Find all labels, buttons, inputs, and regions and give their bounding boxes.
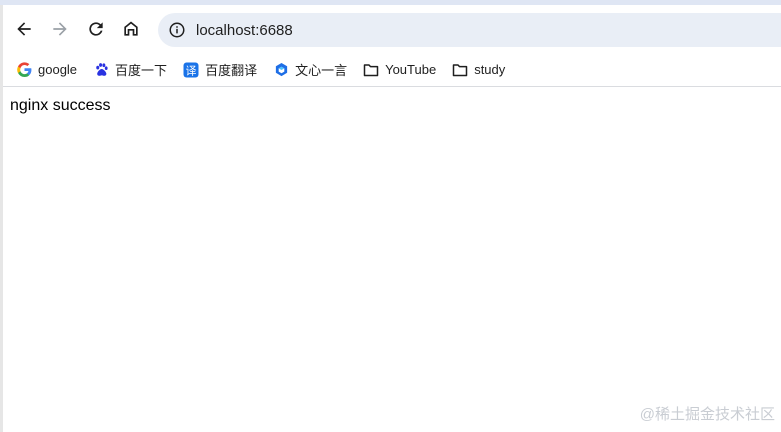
bookmarks-bar: google 百度一下 译 百度翻译 文心一言 YouTube study <box>0 53 781 87</box>
bookmark-label: study <box>474 62 506 77</box>
browser-toolbar: localhost:6688 <box>0 5 781 53</box>
bookmark-label: google <box>38 62 78 77</box>
bookmark-label: 百度翻译 <box>205 63 258 78</box>
arrow-right-icon <box>53 22 67 36</box>
svg-text:译: 译 <box>186 64 197 77</box>
site-info-button[interactable] <box>160 13 194 47</box>
baidu-translate-icon: 译 <box>183 62 199 78</box>
bookmark-baidu[interactable]: 百度一下 <box>85 56 175 84</box>
bookmark-baidu-translate[interactable]: 译 百度翻译 <box>175 56 265 84</box>
reload-icon <box>89 22 103 36</box>
folder-icon <box>363 62 379 78</box>
page-body-text: nginx success <box>10 97 111 114</box>
bookmark-wenxin[interactable]: 文心一言 <box>265 56 355 84</box>
bookmark-folder-youtube[interactable]: YouTube <box>355 56 444 84</box>
arrow-left-icon <box>17 22 31 36</box>
home-icon <box>124 21 138 36</box>
home-button[interactable] <box>118 16 144 42</box>
bookmark-label: 文心一言 <box>295 63 348 78</box>
watermark: @稀土掘金技术社区 <box>639 406 775 423</box>
address-text[interactable]: localhost:6688 <box>196 22 293 39</box>
bookmark-label: 百度一下 <box>115 63 168 78</box>
address-bar[interactable]: localhost:6688 <box>158 13 781 47</box>
wenxin-cube-icon <box>273 62 289 78</box>
info-circle-icon <box>169 22 185 38</box>
reload-button[interactable] <box>83 16 109 42</box>
folder-icon <box>452 62 468 78</box>
bookmark-label: YouTube <box>385 62 437 77</box>
baidu-paw-icon <box>93 62 109 78</box>
forward-button[interactable] <box>47 16 73 42</box>
window-left-edge <box>0 5 3 432</box>
google-icon <box>16 62 32 78</box>
bookmark-google[interactable]: google <box>8 56 85 84</box>
back-button[interactable] <box>11 16 37 42</box>
bookmark-folder-study[interactable]: study <box>444 56 513 84</box>
